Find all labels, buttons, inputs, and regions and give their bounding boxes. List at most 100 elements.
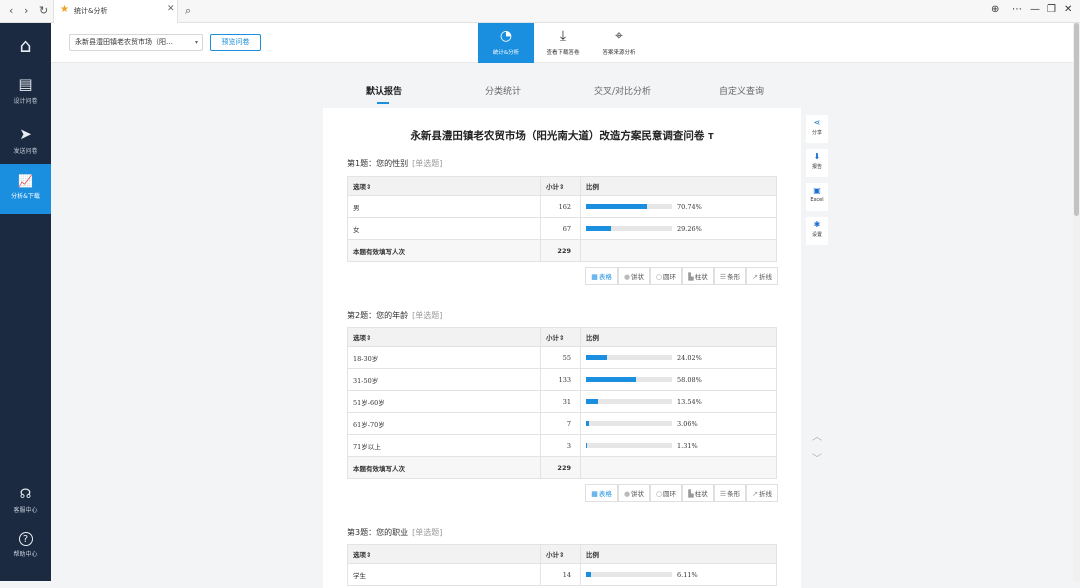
- option-header[interactable]: 选项⇕: [347, 176, 541, 196]
- report-download-button[interactable]: ⬇ 报告: [806, 149, 828, 177]
- search-icon[interactable]: ⌕: [185, 4, 191, 18]
- scroll-up-icon[interactable]: ︿: [812, 428, 822, 443]
- ratio-bar-fill: [586, 377, 636, 382]
- ratio-percent: 1.31%: [677, 441, 698, 450]
- question-table: 选项⇕ 小计⇕ 比例 男 162 70.74% 女 67 29.26% 本题有效…: [347, 176, 777, 262]
- button-label: 表格: [598, 490, 612, 498]
- ratio-cell: 70.74%: [580, 195, 777, 218]
- pie-view-button[interactable]: ●饼状: [618, 267, 650, 285]
- sidebar-item-label: 帮助中心: [13, 551, 38, 558]
- tab-close-icon[interactable]: ✕: [167, 4, 175, 14]
- ratio-percent: 29.26%: [677, 224, 702, 233]
- option-header[interactable]: 选项⇕: [347, 544, 541, 564]
- ring-view-button[interactable]: ○圆环: [650, 484, 682, 502]
- browser-tab[interactable]: ★ 统计&分析 ✕: [53, 0, 178, 23]
- column-view-button[interactable]: ▙柱状: [682, 267, 714, 285]
- sidebar-item-analysis[interactable]: 📈 分析&下载: [0, 164, 51, 214]
- tab-download[interactable]: ⤓ 查看下载答卷: [535, 23, 591, 63]
- survey-select[interactable]: 永新县澧田镇老农贸市场（阳… ▾: [69, 34, 203, 51]
- question-title-text: 第2题：您的年龄: [347, 311, 409, 320]
- excel-button[interactable]: ▣ Excel: [806, 183, 828, 211]
- sidebar-item-help[interactable]: ? 帮助中心: [0, 532, 51, 564]
- text-format-icon[interactable]: T: [708, 132, 713, 141]
- table-header-row: 选项⇕ 小计⇕ 比例: [347, 544, 777, 564]
- ratio-cell: 3.06%: [580, 412, 777, 435]
- home-icon: ⌂: [19, 35, 32, 57]
- total-label: 本题有效填写人次: [347, 239, 541, 262]
- settings-button[interactable]: ✱ 设置: [806, 217, 828, 245]
- table-row: 18-30岁 55 24.02%: [347, 346, 777, 369]
- globe-icon[interactable]: ⊕: [991, 4, 999, 15]
- button-label: 圆环: [663, 490, 677, 498]
- table-icon: ▦: [591, 490, 598, 498]
- question-table: 选项⇕ 小计⇕ 比例 18-30岁 55 24.02% 31-50岁 133 5…: [347, 327, 777, 479]
- download-icon: ⬇: [813, 152, 821, 161]
- ratio-bar: [586, 421, 672, 426]
- table-view-button[interactable]: ▦表格: [585, 484, 618, 502]
- table-row: 男 162 70.74%: [347, 195, 777, 218]
- reload-icon[interactable]: ↻: [39, 4, 48, 18]
- close-window-icon[interactable]: ✕: [1064, 4, 1072, 15]
- sidebar-item-design[interactable]: ▤ 设计问卷: [0, 71, 51, 111]
- ratio-cell: 24.02%: [580, 346, 777, 369]
- tab-statistics[interactable]: ◔ 统计&分析: [478, 23, 534, 63]
- back-icon[interactable]: ‹: [9, 4, 13, 18]
- tab-cross-analysis[interactable]: 交叉/对比分析: [594, 84, 651, 97]
- total-row: 本题有效填写人次 229: [347, 239, 777, 262]
- scroll-down-icon[interactable]: ﹀: [812, 450, 822, 465]
- option-cell: 51岁-60岁: [347, 390, 541, 413]
- scrollbar-thumb[interactable]: [1074, 23, 1079, 216]
- tab-custom-query[interactable]: 自定义查询: [719, 84, 764, 97]
- preview-button[interactable]: 预览问卷: [210, 34, 261, 51]
- line-view-button[interactable]: ↗折线: [746, 484, 778, 502]
- scrollbar[interactable]: [1073, 23, 1080, 581]
- sidebar-item-label: 设计问卷: [13, 98, 38, 105]
- button-label: 表格: [598, 273, 612, 281]
- count-header[interactable]: 小计⇕: [540, 544, 581, 564]
- forward-icon[interactable]: ›: [24, 4, 28, 18]
- excel-icon: ▣: [813, 186, 821, 195]
- bar-view-button[interactable]: ☰条形: [714, 267, 746, 285]
- minimize-icon[interactable]: —: [1030, 4, 1040, 15]
- option-header[interactable]: 选项⇕: [347, 327, 541, 347]
- count-header[interactable]: 小计⇕: [540, 327, 581, 347]
- sidebar-item-send[interactable]: ➤ 发送问卷: [0, 121, 51, 161]
- ring-icon: ○: [655, 490, 663, 498]
- bar-icon: ☰: [719, 490, 727, 498]
- option-cell: 71岁以上: [347, 434, 541, 457]
- ratio-cell: 29.26%: [580, 217, 777, 240]
- sidebar-item-label: 发送问卷: [13, 148, 38, 155]
- tab-label: 答案来源分析: [602, 50, 636, 56]
- sidebar-item-home[interactable]: ⌂: [0, 31, 51, 65]
- count-header[interactable]: 小计⇕: [540, 176, 581, 196]
- ratio-bar: [586, 355, 672, 360]
- tab-category-stats[interactable]: 分类统计: [485, 84, 521, 97]
- tool-label: Excel: [810, 197, 824, 203]
- report-card: 永新县澧田镇老农贸市场（阳光南大道）改造方案民意调查问卷 T 第1题：您的性别[…: [323, 108, 801, 588]
- column-view-button[interactable]: ▙柱状: [682, 484, 714, 502]
- tab-title: 统计&分析: [74, 7, 108, 15]
- pie-view-button[interactable]: ●饼状: [618, 484, 650, 502]
- help-icon: ?: [18, 532, 33, 546]
- bar-view-button[interactable]: ☰条形: [714, 484, 746, 502]
- restore-icon[interactable]: ❐: [1047, 4, 1056, 15]
- question-type: [单选题]: [412, 311, 443, 320]
- ratio-bar: [586, 226, 672, 231]
- ratio-header: 比例: [580, 327, 777, 347]
- more-icon[interactable]: ⋯: [1012, 4, 1022, 15]
- tab-source[interactable]: ⌖ 答案来源分析: [591, 23, 647, 63]
- table-view-button[interactable]: ▦表格: [585, 267, 618, 285]
- tab-default-report[interactable]: 默认报告: [366, 84, 402, 97]
- sidebar-item-service[interactable]: ☊ 客服中心: [0, 487, 51, 519]
- chart-icon: 📈: [18, 174, 33, 188]
- question-title: 第3题：您的职业 [单选题]: [347, 527, 442, 538]
- button-label: 条形: [727, 490, 741, 498]
- share-button[interactable]: ⋖ 分享: [806, 115, 828, 143]
- ratio-cell: 6.11%: [580, 563, 777, 586]
- button-label: 柱状: [694, 273, 708, 281]
- ring-view-button[interactable]: ○圆环: [650, 267, 682, 285]
- option-cell: 18-30岁: [347, 346, 541, 369]
- settings-icon: ✱: [813, 220, 821, 229]
- line-view-button[interactable]: ↗折线: [746, 267, 778, 285]
- ratio-bar: [586, 204, 672, 209]
